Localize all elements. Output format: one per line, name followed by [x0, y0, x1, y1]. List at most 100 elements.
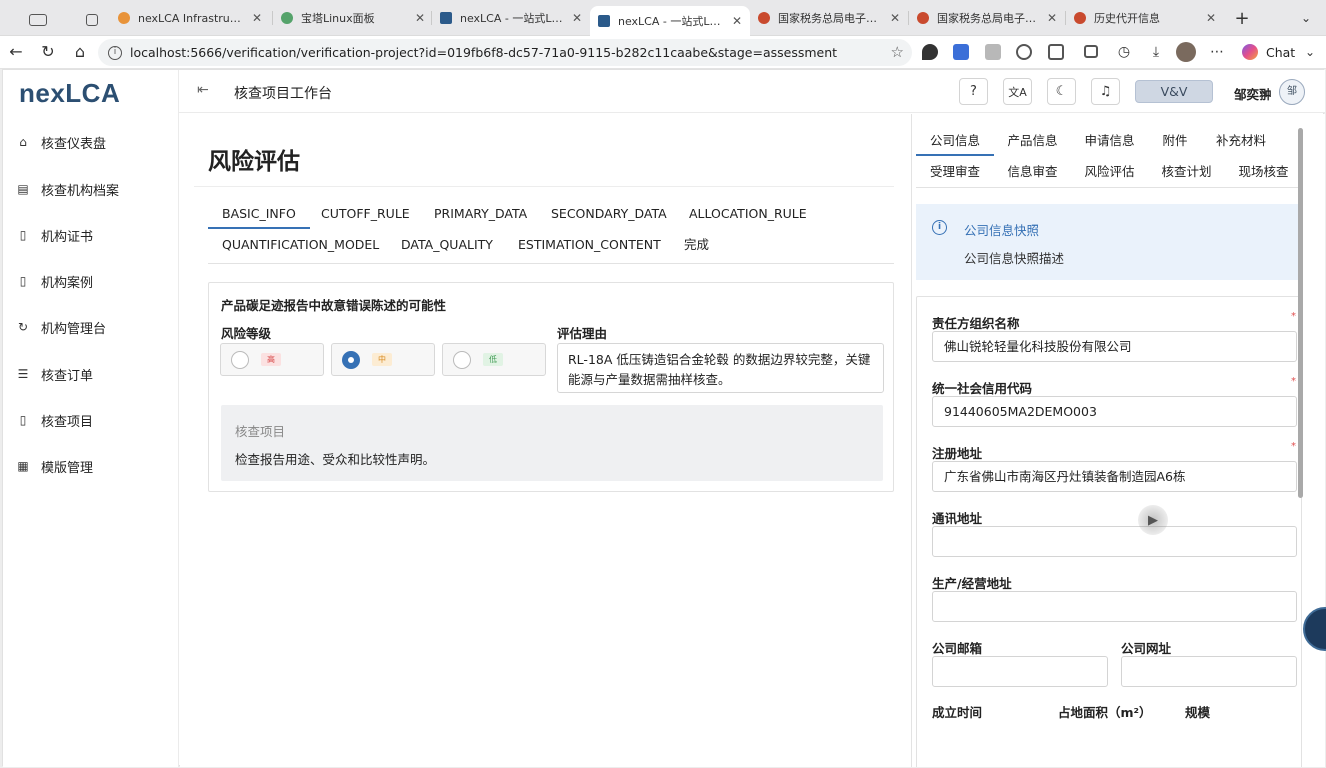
- org-name-input[interactable]: 佛山锐轮轻量化科技股份有限公司: [932, 331, 1297, 362]
- bookmark-star-icon[interactable]: ☆: [891, 43, 904, 61]
- tab-close-icon[interactable]: ✕: [415, 11, 425, 25]
- tab-close-icon[interactable]: ✕: [732, 14, 742, 28]
- credit-code-input[interactable]: 91440605MA2DEMO003: [932, 396, 1297, 427]
- extension-icon[interactable]: [922, 44, 938, 60]
- extension-icon[interactable]: [953, 44, 969, 60]
- mail-address-input[interactable]: [932, 526, 1297, 557]
- help-icon: ?: [970, 84, 977, 99]
- tab-close-icon[interactable]: ✕: [1047, 11, 1057, 25]
- reason-label: 评估理由: [557, 326, 608, 341]
- tab-supplementary[interactable]: 补充材料: [1202, 125, 1280, 156]
- theme-toggle-button[interactable]: ☾: [1047, 78, 1076, 105]
- tab-close-icon[interactable]: ✕: [1206, 11, 1216, 25]
- tab-onsite-verification[interactable]: 现场核查: [1225, 156, 1302, 187]
- step-tab-primary-data[interactable]: PRIMARY_DATA: [434, 198, 527, 229]
- tab-close-icon[interactable]: ✕: [890, 11, 900, 25]
- risk-tag-high: 高: [261, 353, 281, 366]
- sidebar-item-orders[interactable]: ☰ 核查订单: [3, 354, 179, 394]
- history-icon[interactable]: ◷: [1114, 42, 1134, 62]
- sidebar-item-archive[interactable]: ▤ 核查机构档案: [3, 169, 179, 209]
- browser-tab[interactable]: nexLCA Infrastructure ✕: [110, 4, 270, 32]
- browser-tab[interactable]: 国家税务总局电子税务局 ✕: [750, 4, 908, 32]
- tab-company-info[interactable]: 公司信息: [916, 125, 994, 156]
- mouse-cursor-icon: ▶: [1148, 513, 1158, 528]
- step-tab-complete[interactable]: 完成: [684, 229, 709, 260]
- sidebar-item-label: 核查项目: [41, 414, 94, 430]
- step-tab-estimation-content[interactable]: ESTIMATION_CONTENT: [518, 229, 661, 260]
- back-arrow-icon[interactable]: ←: [6, 42, 26, 62]
- reg-address-label: 注册地址: [932, 446, 983, 461]
- more-menu-icon[interactable]: ⋯: [1207, 42, 1227, 62]
- user-name[interactable]: 邹奕翀: [1234, 84, 1272, 103]
- prod-address-input[interactable]: [932, 591, 1297, 622]
- sidebar-item-certificate[interactable]: ▯ 机构证书: [3, 215, 179, 255]
- step-tab-basic-info[interactable]: BASIC_INFO: [208, 198, 310, 229]
- notifications-button[interactable]: ♫: [1091, 78, 1120, 105]
- help-button[interactable]: ?: [959, 78, 988, 105]
- language-button[interactable]: 文A: [1003, 78, 1032, 105]
- address-bar[interactable]: i localhost:5666/verification/verificati…: [98, 39, 912, 66]
- browser-tab[interactable]: 历史代开信息 ✕: [1066, 4, 1224, 32]
- tab-overview-icon[interactable]: [18, 6, 58, 34]
- profile-avatar[interactable]: [1176, 42, 1196, 62]
- step-tab-secondary-data[interactable]: SECONDARY_DATA: [551, 198, 667, 229]
- tab-close-icon[interactable]: ✕: [572, 11, 582, 25]
- copilot-icon[interactable]: [1242, 44, 1258, 60]
- tab-info-review[interactable]: 信息审查: [994, 156, 1071, 187]
- chat-chevron-icon[interactable]: ⌄: [1300, 42, 1320, 62]
- workspaces-icon[interactable]: [78, 6, 106, 34]
- sidebar-item-dashboard[interactable]: ⌂ 核查仪表盘: [3, 122, 179, 162]
- risk-option-medium[interactable]: 中: [331, 343, 435, 376]
- extension-icon[interactable]: [1016, 44, 1032, 60]
- risk-tag-low: 低: [483, 353, 503, 366]
- radio-button-selected[interactable]: [342, 350, 360, 369]
- reload-icon[interactable]: ↻: [38, 42, 58, 62]
- step-tab-cutoff-rule[interactable]: CUTOFF_RULE: [321, 198, 410, 229]
- tab-product-info[interactable]: 产品信息: [994, 125, 1071, 156]
- download-icon[interactable]: ⤓: [1146, 42, 1166, 62]
- tab-title: 国家税务总局电子税务局: [937, 12, 1041, 25]
- tab-acceptance-review[interactable]: 受理审查: [916, 156, 994, 187]
- hint-text: 检查报告用途、受众和比较性声明。: [235, 452, 436, 467]
- divider: [916, 187, 1302, 188]
- browser-tab[interactable]: 国家税务总局电子税务局 ✕: [909, 4, 1065, 32]
- browser-tab-active[interactable]: nexLCA - 一站式LCA/E ✕: [590, 6, 750, 36]
- email-input[interactable]: [932, 656, 1108, 687]
- role-badge[interactable]: V&V: [1135, 80, 1213, 103]
- sidebar-item-case[interactable]: ▯ 机构案例: [3, 261, 179, 301]
- extensions-puzzle-icon[interactable]: [1048, 44, 1064, 60]
- collapse-sidebar-icon[interactable]: ⇤: [197, 82, 209, 98]
- sidebar-item-projects[interactable]: ▯ 核查项目: [3, 400, 179, 440]
- tab-application-info[interactable]: 申请信息: [1071, 125, 1148, 156]
- browser-tab[interactable]: 宝塔Linux面板 ✕: [273, 4, 433, 32]
- panel-scrollbar[interactable]: [1298, 128, 1303, 498]
- step-tab-allocation-rule[interactable]: ALLOCATION_RULE: [689, 198, 807, 229]
- sidebar-item-templates[interactable]: ▦ 模版管理: [3, 446, 179, 486]
- step-tab-quantification-model[interactable]: QUANTIFICATION_MODEL: [222, 229, 379, 260]
- avatar[interactable]: 邹: [1279, 79, 1305, 105]
- radio-button[interactable]: [453, 350, 471, 369]
- tab-verification-plan[interactable]: 核查计划: [1148, 156, 1225, 187]
- reg-address-input[interactable]: 广东省佛山市南海区丹灶镇装备制造园A6栋: [932, 461, 1297, 492]
- sidebar-item-label: 机构管理台: [41, 321, 107, 337]
- step-tab-data-quality[interactable]: DATA_QUALITY: [401, 229, 493, 260]
- browser-tab[interactable]: nexLCA - 一站式LCA/E ✕: [432, 4, 590, 32]
- sidebar-toggle-icon[interactable]: [1084, 45, 1098, 58]
- tab-title: nexLCA - 一站式LCA/E: [460, 12, 566, 25]
- site-info-icon[interactable]: i: [108, 45, 122, 60]
- moon-icon: ☾: [1055, 84, 1068, 99]
- tab-risk-assessment[interactable]: 风险评估: [1071, 156, 1148, 187]
- risk-option-high[interactable]: 高: [220, 343, 324, 376]
- reason-textarea[interactable]: RL-18A 低压铸造铝合金轮毂 的数据边界较完整，关键能源与产量数据需抽样核查…: [557, 343, 884, 393]
- sidebar-item-console[interactable]: ↻ 机构管理台: [3, 307, 179, 347]
- tab-list-chevron-icon[interactable]: ⌄: [1292, 4, 1320, 32]
- home-icon[interactable]: ⌂: [70, 42, 90, 62]
- risk-option-low[interactable]: 低: [442, 343, 546, 376]
- new-tab-icon[interactable]: +: [1228, 4, 1256, 32]
- tab-attachments[interactable]: 附件: [1148, 125, 1202, 156]
- extension-icon[interactable]: [985, 44, 1001, 60]
- radio-button[interactable]: [231, 350, 249, 369]
- website-input[interactable]: [1121, 656, 1297, 687]
- chat-button[interactable]: Chat: [1266, 45, 1295, 60]
- tab-close-icon[interactable]: ✕: [252, 11, 262, 25]
